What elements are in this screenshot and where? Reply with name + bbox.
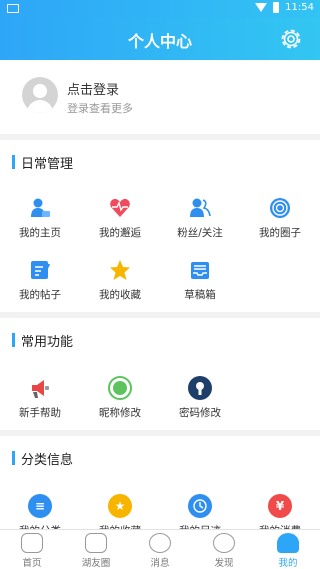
wifi-icon xyxy=(255,3,268,12)
item-nickname-edit[interactable]: 昵称修改 xyxy=(80,376,160,420)
star-badge-icon: ★ xyxy=(108,494,132,518)
title-bar: 个人中心 xyxy=(0,18,320,60)
item-fans-follow[interactable]: 粉丝/关注 xyxy=(160,196,240,240)
item-my-favorites[interactable]: 我的收藏 xyxy=(80,258,160,302)
tab-home[interactable]: 首页 xyxy=(0,530,64,569)
status-bar: 11:54 xyxy=(0,0,320,18)
login-prompt[interactable]: 点击登录 xyxy=(67,79,119,98)
chat-bubble-icon xyxy=(85,533,107,553)
clock-icon xyxy=(188,494,212,518)
tab-lake-friends[interactable]: 湖友圈 xyxy=(64,530,128,569)
item-password-edit[interactable]: 密码修改 xyxy=(160,376,240,420)
battery-icon xyxy=(273,2,280,13)
section-category: 分类信息 ≡ 我的分类 ★ 我的收藏 我的足迹 ¥ 我的消费 xyxy=(0,436,320,537)
yen-icon: ¥ xyxy=(268,494,292,518)
home-icon xyxy=(21,533,43,553)
login-card[interactable]: 点击登录 登录查看更多 xyxy=(0,60,320,134)
section-title: 分类信息 xyxy=(21,452,74,468)
item-my-encounter[interactable]: 我的邂逅 xyxy=(80,196,160,240)
message-icon xyxy=(149,533,171,553)
item-my-posts[interactable]: 我的帖子 xyxy=(0,258,80,302)
tab-messages[interactable]: 消息 xyxy=(128,530,192,569)
section-daily: 日常管理 我的主页 我的邂逅 粉丝/关注 我的圈子 我的帖子 我的收藏 草稿箱 xyxy=(0,140,320,312)
status-time: 11:54 xyxy=(285,2,314,13)
keyhole-icon xyxy=(188,376,212,400)
compass-icon xyxy=(213,533,235,553)
list-circle-icon: ≡ xyxy=(28,494,52,518)
notification-icon xyxy=(7,4,19,13)
avatar[interactable] xyxy=(22,77,58,113)
section-common: 常用功能 新手帮助 昵称修改 密码修改 xyxy=(0,318,320,430)
person-card-icon xyxy=(28,196,52,220)
item-drafts[interactable]: 草稿箱 xyxy=(160,258,240,302)
section-title: 日常管理 xyxy=(21,156,74,172)
tab-discover[interactable]: 发现 xyxy=(192,530,256,569)
item-beginner-help[interactable]: 新手帮助 xyxy=(0,376,80,420)
login-hint: 登录查看更多 xyxy=(67,102,133,115)
inbox-tray-icon xyxy=(188,258,212,282)
section-title: 常用功能 xyxy=(21,334,74,350)
people-icon xyxy=(188,196,212,220)
target-circle-icon xyxy=(268,196,292,220)
bottom-tab-bar: 首页 湖友圈 消息 发现 我的 xyxy=(0,529,320,569)
edit-note-icon xyxy=(28,258,52,282)
item-my-homepage[interactable]: 我的主页 xyxy=(0,196,80,240)
profile-icon xyxy=(277,533,299,553)
help-megaphone-icon xyxy=(28,376,52,400)
page-title: 个人中心 xyxy=(127,32,192,51)
rename-badge-icon xyxy=(108,376,132,400)
star-icon xyxy=(108,258,132,282)
heart-pulse-icon xyxy=(108,196,132,220)
gear-icon[interactable] xyxy=(278,26,304,52)
tab-mine[interactable]: 我的 xyxy=(256,530,320,569)
item-my-circle[interactable]: 我的圈子 xyxy=(240,196,320,240)
